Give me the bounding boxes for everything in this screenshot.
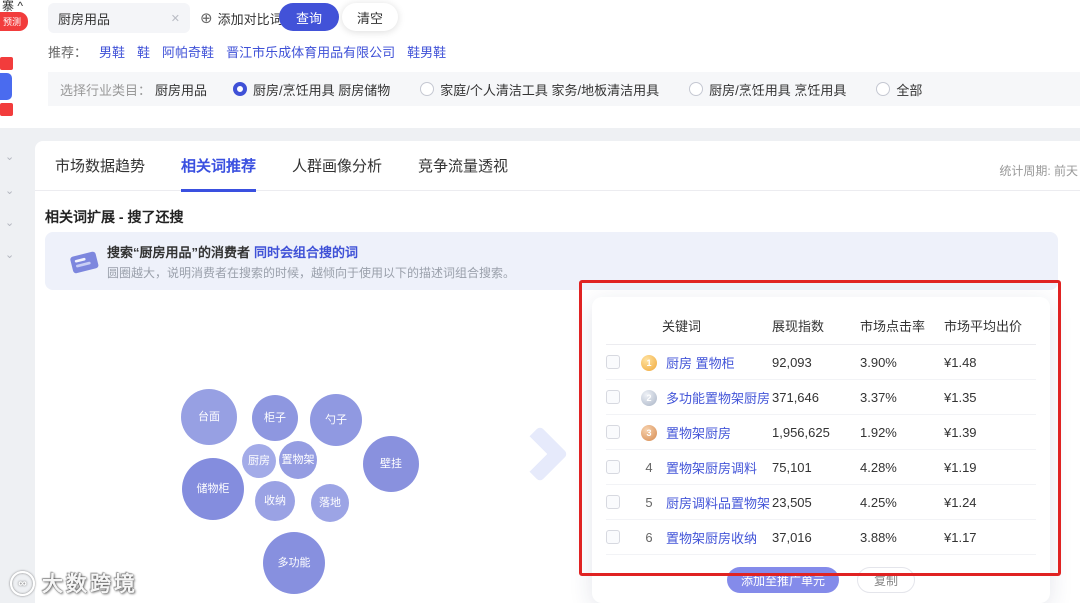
rank-cell: 6 [645, 529, 653, 545]
row-checkbox[interactable] [606, 425, 620, 439]
watermark-text: 大数跨境 [42, 573, 138, 596]
table-row: 5 厨房调料品置物架 23,505 4.25% ¥1.24 [606, 485, 1036, 520]
keyword-bubble[interactable]: 勺子 [310, 394, 362, 446]
avg-cpc-value: ¥1.17 [944, 529, 977, 545]
watermark: ∞ 大数跨境 [10, 568, 138, 598]
related-keywords-table: 关键词 展现指数 市场点击率 市场平均出价 1 厨房 置物柜 92,093 3.90% ¥1.… [592, 297, 1050, 603]
copy-button[interactable]: 复制 [857, 567, 916, 593]
market-ctr-value: 3.90% [860, 354, 897, 370]
row-checkbox[interactable] [606, 355, 620, 369]
rank-cell: 3 [636, 424, 662, 441]
table-footer: 添加至推广单元 复制 [592, 567, 1050, 593]
rail-red-tag2-icon[interactable] [0, 103, 13, 116]
impression-index-value: 75,101 [772, 459, 812, 475]
keyword-bubble[interactable]: 多功能 [263, 532, 325, 594]
table-row: 4 置物架厨房调料 75,101 4.28% ¥1.19 [606, 450, 1036, 485]
rank-cell: 4 [645, 459, 653, 475]
keyword-bubble[interactable]: 落地 [311, 484, 349, 522]
row-checkbox[interactable] [606, 460, 620, 474]
market-ctr-value: 3.37% [860, 389, 897, 405]
keyword-link[interactable]: 多功能置物架厨房 [662, 388, 772, 407]
impression-index-value: 1,956,625 [772, 424, 830, 440]
rank-cell: 2 [636, 389, 662, 406]
avg-cpc-value: ¥1.24 [944, 494, 977, 510]
keyword-link[interactable]: 置物架厨房 [662, 423, 772, 442]
avg-cpc-value: ¥1.19 [944, 459, 977, 475]
impression-index-value: 92,093 [772, 354, 812, 370]
impression-index-value: 37,016 [772, 529, 812, 545]
rank-medal-gold-icon: 1 [641, 354, 657, 371]
market-ctr-value: 3.88% [860, 529, 897, 545]
market-ctr-value: 1.92% [860, 424, 897, 440]
table-row: 3 置物架厨房 1,956,625 1.92% ¥1.39 [606, 415, 1036, 450]
keyword-bubble[interactable]: 厨房 [242, 444, 276, 478]
watermark-logo-icon: ∞ [10, 570, 35, 596]
market-ctr-value: 4.28% [860, 459, 897, 475]
keyword-bubble[interactable]: 台面 [181, 389, 237, 445]
keyword-bubble[interactable]: 壁挂 [363, 436, 419, 492]
keyword-bubble[interactable]: 收纳 [255, 481, 295, 521]
column-header: 展现指数 [772, 319, 825, 334]
keyword-bubble[interactable]: 柜子 [252, 395, 298, 441]
rank-medal-bronze-icon: 3 [641, 424, 657, 441]
rail-red-tag-icon[interactable] [0, 57, 13, 70]
keyword-bubble[interactable]: 储物柜 [182, 458, 244, 520]
column-header: 市场点击率 [860, 319, 926, 334]
table-row: 1 厨房 置物柜 92,093 3.90% ¥1.48 [606, 345, 1036, 380]
avg-cpc-value: ¥1.35 [944, 389, 977, 405]
table-header-row: 关键词 展现指数 市场点击率 市场平均出价 [606, 307, 1036, 345]
rank-cell: 5 [645, 494, 653, 510]
column-header: 市场平均出价 [944, 319, 1023, 334]
add-to-promotion-button[interactable]: 添加至推广单元 [726, 567, 839, 593]
rail-red-badge[interactable]: 预测 [0, 12, 29, 31]
row-checkbox[interactable] [606, 390, 620, 404]
column-header: 关键词 [662, 319, 702, 334]
impression-index-value: 371,646 [772, 389, 819, 405]
row-checkbox[interactable] [606, 495, 620, 509]
rank-cell: 1 [636, 354, 662, 371]
market-ctr-value: 4.25% [860, 494, 897, 510]
avg-cpc-value: ¥1.48 [944, 354, 977, 370]
rail-blue-tab[interactable] [0, 73, 12, 100]
keyword-link[interactable]: 置物架厨房调料 [662, 458, 772, 477]
keyword-link[interactable]: 厨房 置物柜 [662, 353, 772, 372]
table-row: 2 多功能置物架厨房 371,646 3.37% ¥1.35 [606, 380, 1036, 415]
rank-medal-silver-icon: 2 [641, 389, 657, 406]
keyword-bubble[interactable]: 置物架 [279, 441, 317, 479]
keyword-link[interactable]: 置物架厨房收纳 [662, 528, 772, 547]
row-checkbox[interactable] [606, 530, 620, 544]
avg-cpc-value: ¥1.39 [944, 424, 977, 440]
table-row: 6 置物架厨房收纳 37,016 3.88% ¥1.17 [606, 520, 1036, 555]
impression-index-value: 23,505 [772, 494, 812, 510]
keyword-link[interactable]: 厨房调料品置物架 [662, 493, 772, 512]
